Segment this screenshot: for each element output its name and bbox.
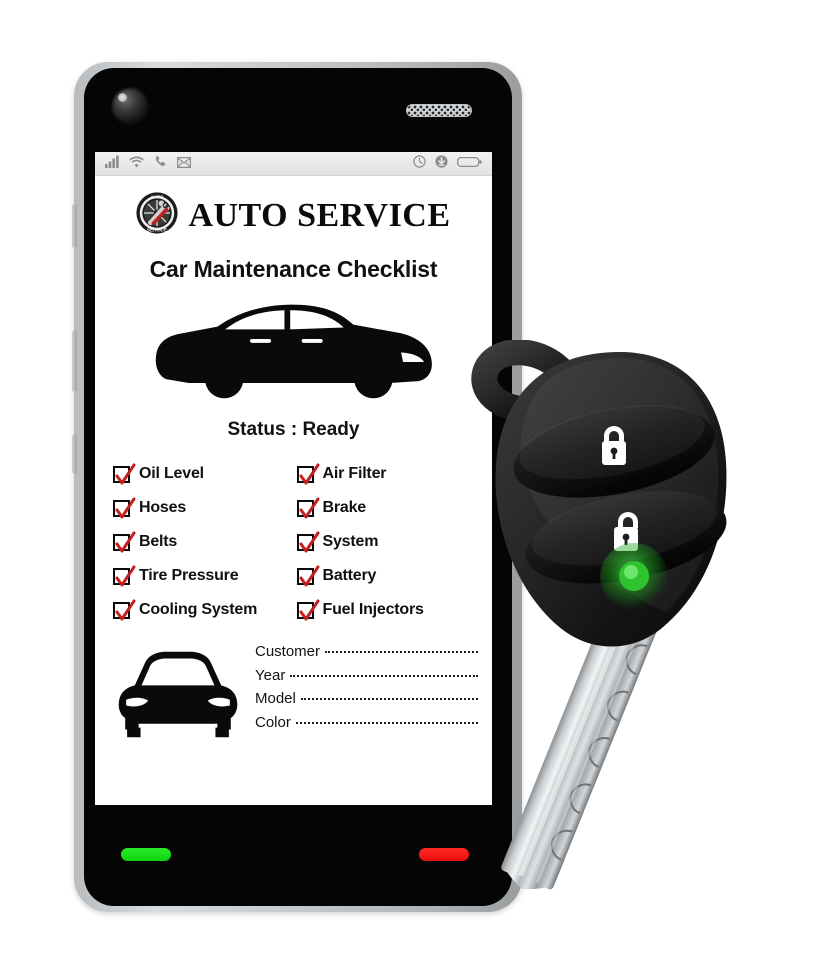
earpiece-speaker-icon (406, 104, 472, 117)
download-icon (435, 154, 448, 173)
field-model[interactable]: Model (255, 690, 478, 714)
checklist-item-oil-level[interactable]: Oil Level (113, 457, 291, 491)
checkbox-icon[interactable] (113, 565, 136, 586)
field-label: Year (255, 666, 286, 684)
customer-form: Customer Year Model Color (109, 641, 478, 748)
field-input-line[interactable] (295, 721, 478, 724)
checklist-item-label: System (322, 533, 379, 550)
checkbox-icon[interactable] (113, 497, 136, 518)
form-fields: Customer Year Model Color (255, 641, 478, 737)
app-content: AUTO SERVICE AUTO SERVICE Car Maintenanc… (95, 176, 492, 748)
field-label: Customer (255, 643, 321, 660)
volume-up-button[interactable] (72, 204, 77, 248)
power-button[interactable] (72, 434, 77, 474)
field-color[interactable]: Color (255, 714, 478, 738)
checklist-item-cooling-system[interactable]: Cooling System (113, 593, 291, 627)
checklist-item-battery[interactable]: Battery (296, 559, 475, 593)
status-badge: Status : Ready (227, 419, 360, 440)
checklist-item-label: Cooling System (139, 601, 258, 618)
checklist-item-tire-pressure[interactable]: Tire Pressure (113, 559, 291, 593)
checkbox-icon[interactable] (296, 497, 319, 518)
car-front-silhouette (115, 641, 241, 748)
signal-bars-icon (105, 155, 119, 173)
checklist-item-label: Air Filter (322, 465, 387, 482)
checkbox-icon[interactable] (113, 463, 136, 484)
car-key-remote (470, 339, 810, 920)
checklist-item-hoses[interactable]: Hoses (113, 491, 291, 525)
scene: AUTO SERVICE AUTO SERVICE Car Maintenanc… (0, 0, 816, 980)
brand-header: AUTO SERVICE AUTO SERVICE (109, 192, 478, 239)
mail-icon (177, 155, 192, 173)
battery-icon (457, 155, 482, 173)
checklist-item-label: Fuel Injectors (322, 601, 424, 618)
checklist-item-label: Brake (322, 499, 367, 516)
checklist-item-fuel-injectors[interactable]: Fuel Injectors (296, 593, 475, 627)
wifi-icon (129, 155, 144, 173)
clock-icon (413, 154, 426, 173)
status-bar-right (413, 154, 482, 173)
field-label: Color (255, 713, 291, 731)
phone-icon (154, 155, 167, 173)
checklist-item-label: Battery (322, 567, 377, 584)
checklist-item-brake[interactable]: Brake (296, 491, 475, 525)
field-input-line[interactable] (325, 651, 478, 653)
auto-service-badge-logo: AUTO SERVICE (136, 192, 179, 239)
checklist-item-belts[interactable]: Belts (113, 525, 291, 559)
checklist-item-system[interactable]: System (296, 525, 475, 559)
car-side-silhouette (109, 295, 478, 405)
checklist-item-air-filter[interactable]: Air Filter (296, 457, 475, 491)
checklist: Oil Level Air Filter Hoses Brake Belts S… (109, 457, 478, 627)
logo-top-text: AUTO (151, 195, 164, 200)
checkbox-icon[interactable] (296, 599, 319, 620)
field-input-line[interactable] (300, 698, 478, 700)
status-bar (95, 152, 492, 176)
field-label: Model (255, 690, 296, 707)
checkbox-icon[interactable] (296, 531, 319, 552)
checklist-item-label: Tire Pressure (139, 567, 239, 584)
phone-screen: AUTO SERVICE AUTO SERVICE Car Maintenanc… (95, 152, 492, 805)
checkbox-icon[interactable] (113, 599, 136, 620)
field-year[interactable]: Year (255, 667, 478, 691)
field-input-line[interactable] (290, 674, 478, 677)
checklist-item-label: Oil Level (139, 465, 204, 482)
camera-lens-icon (112, 88, 148, 124)
status-bar-left (105, 155, 192, 173)
field-customer[interactable]: Customer (255, 643, 478, 667)
checklist-item-label: Belts (139, 533, 178, 550)
checkbox-icon[interactable] (296, 565, 319, 586)
checkbox-icon[interactable] (296, 463, 319, 484)
logo-bottom-text: SERVICE (147, 227, 167, 232)
checklist-item-label: Hoses (139, 499, 187, 516)
checkbox-icon[interactable] (113, 531, 136, 552)
brand-title: AUTO SERVICE (188, 196, 451, 234)
end-call-button[interactable] (419, 848, 469, 861)
volume-down-button[interactable] (72, 330, 77, 392)
call-button[interactable] (121, 848, 171, 861)
page-title: Car Maintenance Checklist (149, 256, 438, 282)
